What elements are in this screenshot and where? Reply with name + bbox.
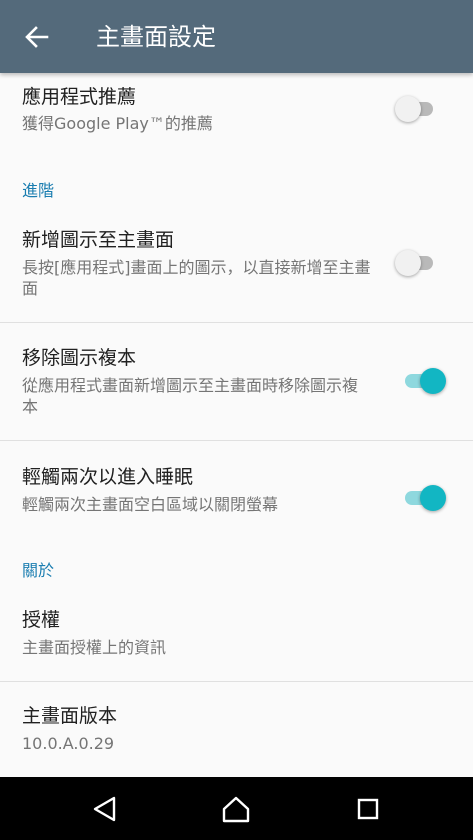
setting-double-tap-sleep[interactable]: 輕觸兩次以進入睡眠 輕觸兩次主畫面空白區域以關閉螢幕 <box>0 441 473 536</box>
settings-list: 應用程式推薦 獲得Google Play™的推薦 進階 新增圖示至主畫面 長按[… <box>0 73 473 753</box>
setting-subtitle: 輕觸兩次主畫面空白區域以關閉螢幕 <box>22 495 279 514</box>
toggle-thumb <box>395 96 421 122</box>
back-button[interactable] <box>22 22 52 52</box>
setting-title: 新增圖示至主畫面 <box>22 229 175 251</box>
arrow-left-icon <box>25 26 49 48</box>
app-bar: 主畫面設定 <box>0 0 473 73</box>
triangle-back-icon <box>93 796 116 822</box>
setting-subtitle: 10.0.A.0.29 <box>22 734 115 753</box>
toggle-thumb <box>395 250 421 276</box>
nav-recents-button[interactable] <box>350 791 386 827</box>
setting-remove-duplicate-icons[interactable]: 移除圖示複本 從應用程式畫面新增圖示至主畫面時移除圖示複本 <box>0 323 473 440</box>
section-header-advanced: 進階 <box>22 181 55 200</box>
setting-add-icon-to-home[interactable]: 新增圖示至主畫面 長按[應用程式]畫面上的圖示，以直接新增至主畫面 <box>0 225 473 322</box>
page-title: 主畫面設定 <box>96 23 216 51</box>
setting-license[interactable]: 授權 主畫面授權上的資訊 <box>0 598 473 681</box>
navigation-bar <box>0 777 473 840</box>
add-icon-to-home-toggle[interactable] <box>395 248 439 278</box>
section-header-about: 關於 <box>22 561 55 580</box>
setting-title: 輕觸兩次以進入睡眠 <box>22 466 194 488</box>
setting-subtitle: 長按[應用程式]畫面上的圖示，以直接新增至主畫面 <box>22 258 371 298</box>
nav-back-button[interactable] <box>87 791 123 827</box>
nav-home-button[interactable] <box>218 791 254 827</box>
app-recommendations-toggle[interactable] <box>395 94 439 124</box>
setting-subtitle: 主畫面授權上的資訊 <box>22 638 167 657</box>
remove-duplicate-icons-toggle[interactable] <box>402 366 446 396</box>
setting-title: 授權 <box>22 609 61 631</box>
toggle-thumb <box>420 485 446 511</box>
setting-subtitle: 獲得Google Play™的推薦 <box>22 114 213 133</box>
home-icon <box>222 796 250 823</box>
setting-subtitle: 從應用程式畫面新增圖示至主畫面時移除圖示複本 <box>22 376 359 416</box>
setting-title: 主畫面版本 <box>22 705 118 727</box>
setting-home-version[interactable]: 主畫面版本 10.0.A.0.29 <box>0 682 473 777</box>
double-tap-sleep-toggle[interactable] <box>402 483 446 513</box>
setting-title: 應用程式推薦 <box>22 86 137 108</box>
toggle-thumb <box>420 368 446 394</box>
setting-title: 移除圖示複本 <box>22 347 137 369</box>
setting-app-recommendations[interactable]: 應用程式推薦 獲得Google Play™的推薦 <box>0 73 473 145</box>
square-recents-icon <box>357 798 379 820</box>
